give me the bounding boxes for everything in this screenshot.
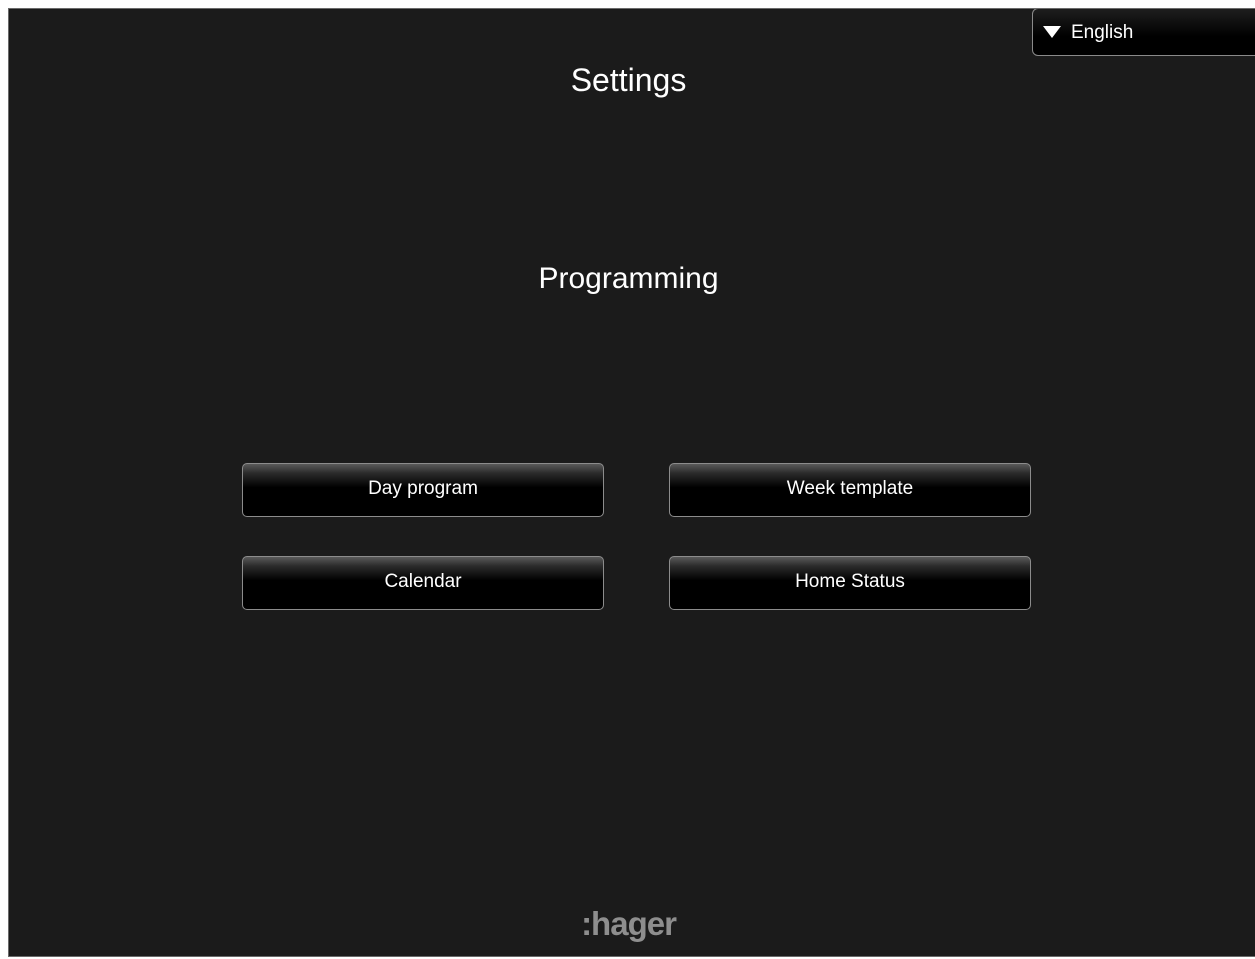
hager-logo: :hager	[581, 905, 677, 942]
language-dropdown[interactable]: English	[1032, 9, 1255, 56]
language-selected-label: English	[1071, 22, 1134, 43]
week-template-button[interactable]: Week template	[669, 463, 1031, 517]
section-title: Programming	[538, 262, 719, 295]
triangle-down-icon	[1043, 26, 1061, 38]
settings-screen: Settings English Programming Day program…	[8, 8, 1255, 957]
day-program-button[interactable]: Day program	[242, 463, 604, 517]
home-status-button[interactable]: Home Status	[669, 556, 1031, 610]
calendar-button[interactable]: Calendar	[242, 556, 604, 610]
page-title: Settings	[570, 62, 687, 98]
